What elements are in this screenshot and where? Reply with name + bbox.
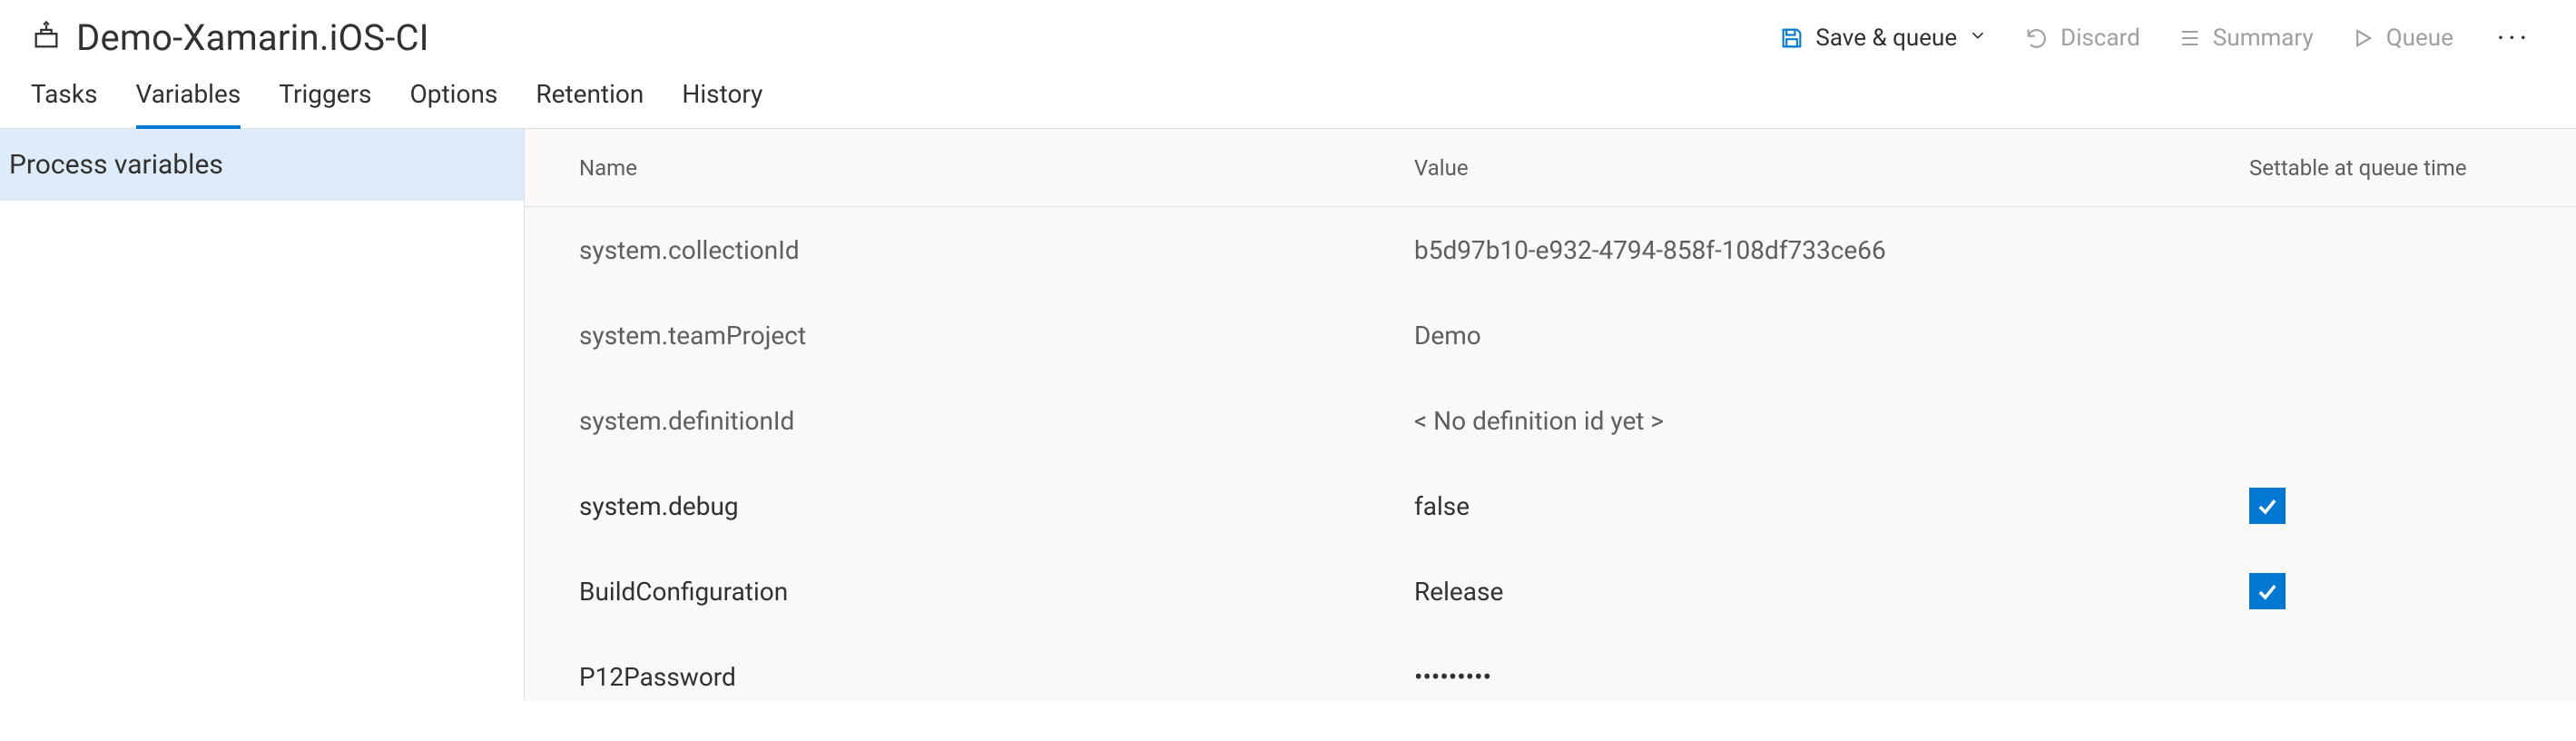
- variables-panel: Name Value Settable at queue time system…: [525, 129, 2576, 701]
- settable-checkbox[interactable]: [2249, 488, 2286, 524]
- grid-row[interactable]: system.debug false: [525, 463, 2576, 548]
- save-queue-label: Save & queue: [1815, 25, 1957, 52]
- tab-retention[interactable]: Retention: [536, 79, 644, 129]
- grid-row[interactable]: P12Password •••••••••: [525, 634, 2576, 719]
- save-icon: [1779, 25, 1804, 51]
- list-icon: [2177, 25, 2202, 51]
- tab-tasks[interactable]: Tasks: [31, 79, 98, 129]
- var-value: b5d97b10-e932-4794-858f-108df733ce66: [1414, 235, 2249, 265]
- var-name: system.definitionId: [579, 406, 1414, 436]
- var-value: Release: [1414, 577, 2249, 607]
- var-settable: [2249, 573, 2522, 609]
- grid-row[interactable]: system.teamProject Demo: [525, 292, 2576, 378]
- tab-variables[interactable]: Variables: [136, 79, 241, 129]
- titlebar: Demo-Xamarin.iOS-CI Save & queue: [0, 0, 2576, 68]
- col-header-settable[interactable]: Settable at queue time: [2249, 155, 2522, 181]
- settable-checkbox[interactable]: [2249, 573, 2286, 609]
- tab-options[interactable]: Options: [410, 79, 498, 129]
- grid-row[interactable]: system.definitionId < No definition id y…: [525, 378, 2576, 463]
- sidebar: Process variables: [0, 129, 525, 701]
- var-name: P12Password: [579, 662, 1414, 692]
- col-header-value[interactable]: Value: [1414, 155, 2249, 181]
- page-title: Demo-Xamarin.iOS-CI: [76, 16, 429, 59]
- var-value: < No definition id yet >: [1414, 406, 2249, 436]
- var-value: Demo: [1414, 321, 2249, 351]
- summary-label: Summary: [2213, 25, 2314, 52]
- play-icon: [2350, 25, 2375, 51]
- queue-label: Queue: [2386, 25, 2453, 52]
- grid-row[interactable]: system.collectionId b5d97b10-e932-4794-8…: [525, 207, 2576, 292]
- chevron-down-icon: [1968, 25, 1988, 52]
- var-value: •••••••••: [1414, 662, 2249, 692]
- grid-row[interactable]: BuildConfiguration Release: [525, 548, 2576, 634]
- discard-label: Discard: [2060, 25, 2140, 52]
- var-value: false: [1414, 491, 2249, 521]
- save-queue-button[interactable]: Save & queue: [1779, 25, 1988, 52]
- tabs: Tasks Variables Triggers Options Retenti…: [0, 68, 2576, 129]
- discard-button[interactable]: Discard: [2024, 25, 2140, 52]
- pipeline-icon: [31, 21, 62, 55]
- var-name: system.teamProject: [579, 321, 1414, 351]
- var-name: system.debug: [579, 491, 1414, 521]
- var-name: system.collectionId: [579, 235, 1414, 265]
- sidebar-item-process-variables[interactable]: Process variables: [0, 129, 524, 201]
- more-button[interactable]: ···: [2490, 21, 2538, 55]
- summary-button[interactable]: Summary: [2177, 25, 2314, 52]
- tab-history[interactable]: History: [682, 79, 762, 129]
- tab-triggers[interactable]: Triggers: [279, 79, 371, 129]
- queue-button[interactable]: Queue: [2350, 25, 2453, 52]
- var-settable: [2249, 488, 2522, 524]
- titlebar-left: Demo-Xamarin.iOS-CI: [31, 16, 429, 59]
- command-bar: Save & queue Discard: [1779, 21, 2545, 55]
- grid-header: Name Value Settable at queue time: [525, 129, 2576, 207]
- undo-icon: [2024, 25, 2050, 51]
- col-header-name[interactable]: Name: [579, 155, 1414, 181]
- col-header-settable-label: Settable at queue time: [2249, 155, 2467, 181]
- variables-grid: Name Value Settable at queue time system…: [525, 129, 2576, 719]
- var-name: BuildConfiguration: [579, 577, 1414, 607]
- main: Process variables Name Value Settable at…: [0, 129, 2576, 701]
